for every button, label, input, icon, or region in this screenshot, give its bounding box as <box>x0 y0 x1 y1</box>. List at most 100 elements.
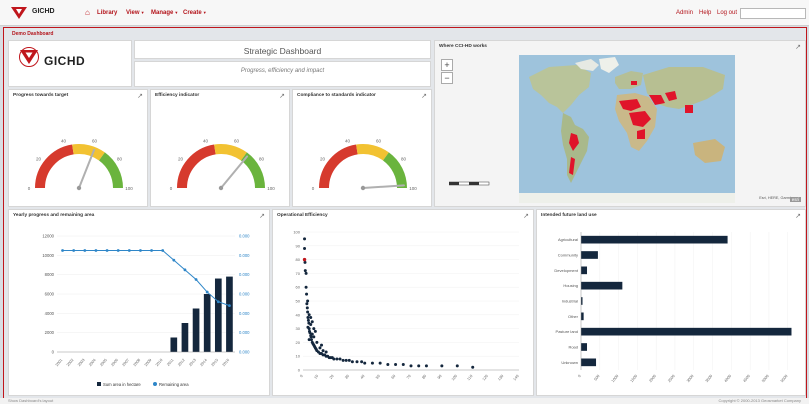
y-right-tick-label: 0.000 <box>239 234 250 239</box>
scatter-point <box>309 335 313 339</box>
scatter-point <box>310 332 314 336</box>
x-tick-label: 2005 <box>99 358 107 367</box>
line-point <box>127 249 131 252</box>
efficiency-scatter-chart[interactable]: 0 10 20 30 40 50 60 70 80 90 100 0 10 20 30 40 50 60 70 80 9… <box>273 220 535 396</box>
x-tick-label: 2002 <box>66 358 74 367</box>
y-tick-label: 80 <box>296 257 301 262</box>
scatter-point <box>305 306 309 310</box>
scatter-point <box>303 247 307 251</box>
scatter-point <box>320 343 324 347</box>
breadcrumb[interactable]: Demo Dashboard <box>12 31 53 37</box>
scatter-point <box>305 292 309 296</box>
x-tick-label: 2008 <box>133 358 141 367</box>
legend-label: Remaining area <box>159 382 189 387</box>
zoom-in-button[interactable]: + <box>441 59 453 71</box>
scatter-point <box>332 357 336 361</box>
yearly-combo-chart[interactable]: 0 2000 4000 6000 8000 10000 12000 0.000 0.000 0.0… <box>9 220 271 396</box>
category-label: Other <box>568 314 579 319</box>
nav-view[interactable]: View▼ <box>126 10 145 16</box>
y-tick-label: 40 <box>296 312 301 317</box>
y-right-tick-label: 0.000 <box>239 253 250 258</box>
scatter-point <box>440 364 444 368</box>
panel-title: Intended future land use <box>541 213 597 218</box>
scatter-point <box>350 360 354 364</box>
brand-name[interactable]: GICHD <box>32 8 55 15</box>
zoom-out-button[interactable]: − <box>441 72 453 84</box>
search-input[interactable] <box>740 8 806 19</box>
bar <box>581 358 597 367</box>
help-link[interactable]: Help <box>699 10 711 16</box>
line-point <box>61 249 64 252</box>
x-tick-label: 2010 <box>155 358 163 367</box>
gauge-needle-hub <box>218 185 224 191</box>
y-left-tick-label: 2000 <box>45 330 55 335</box>
bar <box>581 281 623 290</box>
x-tick-label: 2011 <box>166 358 174 367</box>
operational-efficiency-panel: Operational Efficiency ↗ 0 10 20 30 40 50 60 70… <box>272 209 534 396</box>
category-label: Development <box>554 268 578 273</box>
bar <box>181 323 189 352</box>
x-tick-label: 4500 <box>742 374 750 383</box>
gauge-tick-label: 60 <box>376 138 382 143</box>
expand-icon[interactable]: ↗ <box>795 43 801 51</box>
gauge-chart: 0 20 40 60 80 100 <box>170 138 276 191</box>
logo-panel: GICHD <box>8 40 132 87</box>
bar <box>192 308 200 352</box>
y-tick-label: 0 <box>298 368 301 373</box>
gauge-tick-label: 100 <box>409 186 417 191</box>
category-label: Community <box>558 253 578 258</box>
world-map[interactable] <box>519 55 735 203</box>
admin-link[interactable]: Admin <box>676 10 693 16</box>
gauge-band-green <box>98 152 123 189</box>
expand-icon[interactable]: ↗ <box>421 92 427 100</box>
gauge-tick-label: 60 <box>234 138 240 143</box>
expand-icon[interactable]: ↗ <box>279 92 285 100</box>
expand-icon[interactable]: ↗ <box>523 212 529 220</box>
scatter-point <box>313 329 317 333</box>
scatter-point <box>303 237 307 241</box>
scatter-point <box>307 338 311 342</box>
y-left-tick-label: 12000 <box>42 234 54 239</box>
bar <box>581 327 792 336</box>
gauge-tick-label: 80 <box>401 157 407 162</box>
legend-swatch-line <box>153 382 157 386</box>
gauge-tick-label: 80 <box>259 157 265 162</box>
nav-create[interactable]: Create▼ <box>183 10 207 16</box>
land-use-bar-chart[interactable]: 0 500 1000 1500 2000 2500 3000 3500 4000 4500 5000… <box>537 220 807 396</box>
line-point <box>194 278 198 281</box>
gauge-chart: 0 20 40 60 80 100 <box>312 138 418 191</box>
category-label: Unknown <box>561 360 578 365</box>
line-point <box>183 268 187 272</box>
gichd-logo-icon <box>19 47 39 67</box>
nav-manage[interactable]: Manage▼ <box>151 10 178 16</box>
x-tick-label: 30 <box>344 374 350 380</box>
y-right-tick-label: 0.000 <box>239 330 250 335</box>
scatter-point <box>471 365 475 369</box>
x-tick-label: 2016 <box>222 358 230 367</box>
layout-link[interactable]: Show Dashboard's layout <box>8 398 53 403</box>
y-left-tick-label: 0 <box>52 350 55 355</box>
gauge-band-green <box>240 152 265 189</box>
highlight-southeast-asia <box>685 105 693 113</box>
expand-icon[interactable]: ↗ <box>137 92 143 100</box>
scatter-point <box>347 358 351 362</box>
nav-library[interactable]: Library <box>97 10 117 16</box>
gauge-tick-label: 0 <box>170 186 173 191</box>
expand-icon[interactable]: ↗ <box>259 212 265 220</box>
line-point <box>161 249 165 252</box>
x-tick-label: 100 <box>451 374 458 381</box>
logout-link[interactable]: Log out <box>717 10 737 16</box>
map-scale-bar <box>449 181 490 186</box>
x-tick-label: 2007 <box>122 358 130 367</box>
y-tick-label: 10 <box>296 354 301 359</box>
gichd-logo-icon[interactable] <box>10 6 28 20</box>
scatter-point <box>318 346 322 350</box>
expand-icon[interactable]: ↗ <box>795 212 801 220</box>
bar <box>581 343 588 351</box>
gauge-band-green <box>382 152 407 189</box>
home-icon[interactable]: ⌂ <box>85 8 90 17</box>
gauge-tick-label: 40 <box>203 138 209 143</box>
scatter-point <box>324 350 328 354</box>
gauge-panel-progress: Progress towards target ↗ 0 20 40 60 80 100 <box>8 89 148 207</box>
y-right-tick-label: 0.000 <box>239 292 250 297</box>
